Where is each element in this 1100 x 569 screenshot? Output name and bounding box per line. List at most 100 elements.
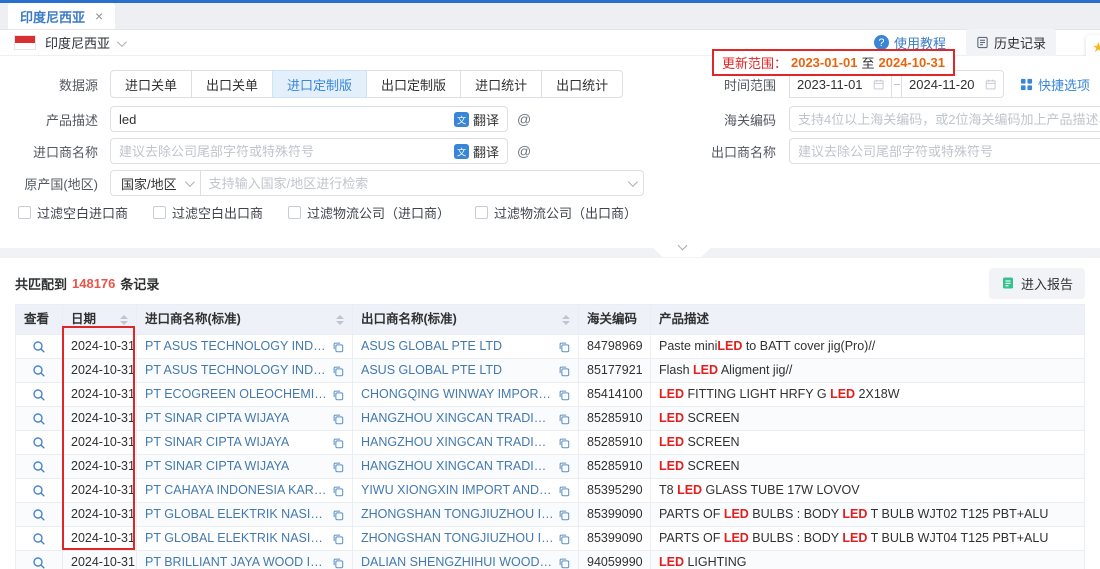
copy-icon[interactable] bbox=[558, 413, 570, 425]
search-icon[interactable] bbox=[32, 460, 46, 474]
copy-icon[interactable] bbox=[332, 509, 344, 521]
column-header[interactable]: 进口商名称(标准) bbox=[137, 305, 353, 335]
copy-icon[interactable] bbox=[558, 389, 570, 401]
tab-indonesia[interactable]: 印度尼西亚 bbox=[8, 3, 115, 29]
origin-country-input[interactable] bbox=[209, 176, 628, 191]
hs-code-cell: 85177921 bbox=[579, 359, 651, 383]
checkbox-icon[interactable] bbox=[475, 206, 488, 219]
search-icon[interactable] bbox=[32, 340, 46, 354]
search-icon[interactable] bbox=[32, 508, 46, 522]
importer-link[interactable]: PT ASUS TECHNOLOGY INDONESIA BA... bbox=[145, 338, 328, 355]
product-desc-input[interactable] bbox=[119, 112, 454, 127]
country-selector[interactable] bbox=[117, 35, 124, 50]
collapse-panel-button[interactable] bbox=[645, 240, 719, 257]
importer-cell: PT GLOBAL ELEKTRIK NASIONAL bbox=[137, 503, 353, 527]
date-end-input[interactable] bbox=[909, 77, 985, 92]
importer-link[interactable]: PT GLOBAL ELEKTRIK NASIONAL bbox=[145, 506, 328, 523]
exporter-link[interactable]: ASUS GLOBAL PTE LTD bbox=[361, 362, 502, 379]
exporter-link[interactable]: CHONGQING WINWAY IMPORT AND E... bbox=[361, 386, 554, 403]
hs-code-input[interactable] bbox=[798, 112, 1100, 127]
checkbox-icon[interactable] bbox=[153, 206, 166, 219]
copy-icon[interactable] bbox=[332, 437, 344, 449]
column-header[interactable]: 出口商名称(标准) bbox=[353, 305, 579, 335]
exporter-link[interactable]: ZHONGSHAN TONGJIUZHOU INTERNA... bbox=[361, 506, 554, 523]
search-icon[interactable] bbox=[32, 532, 46, 546]
product-desc-cell: PARTS OF LED BULBS : BODY LED T BULB WJT… bbox=[651, 503, 1085, 527]
translate-button[interactable]: 文 翻译 bbox=[454, 110, 499, 129]
exporter-cell: ASUS GLOBAL PTE LTD bbox=[353, 359, 579, 383]
search-icon[interactable] bbox=[32, 556, 46, 569]
exporter-link[interactable]: HANGZHOU XINGCAN TRADING CO LTD bbox=[361, 458, 554, 475]
origin-country-select[interactable]: 国家/地区 bbox=[110, 170, 201, 196]
importer-link[interactable]: PT SINAR CIPTA WIJAYA bbox=[145, 410, 289, 427]
chevron-down-icon bbox=[185, 177, 195, 187]
importer-link[interactable]: PT CAHAYA INDONESIA KARGO bbox=[145, 482, 328, 499]
highlighted-keyword: LED bbox=[659, 411, 684, 425]
importer-link[interactable]: PT GLOBAL ELEKTRIK NASIONAL bbox=[145, 530, 328, 547]
date-start-input[interactable] bbox=[797, 77, 873, 92]
copy-icon[interactable] bbox=[558, 533, 570, 545]
copy-icon[interactable] bbox=[332, 341, 344, 353]
copy-icon[interactable] bbox=[332, 533, 344, 545]
importer-link[interactable]: PT ECOGREEN OLEOCHEMICALS bbox=[145, 386, 328, 403]
filter-checkbox[interactable]: 过滤物流公司（出口商） bbox=[475, 203, 637, 222]
copy-icon[interactable] bbox=[332, 557, 344, 569]
search-icon[interactable] bbox=[32, 412, 46, 426]
copy-icon[interactable] bbox=[558, 557, 570, 569]
importer-name-input[interactable] bbox=[119, 144, 454, 159]
history-button[interactable]: 历史记录 bbox=[966, 29, 1056, 56]
search-icon[interactable] bbox=[32, 388, 46, 402]
exact-match-icon[interactable] bbox=[517, 111, 531, 127]
exporter-name-input[interactable] bbox=[798, 144, 1100, 159]
exporter-link[interactable]: ASUS GLOBAL PTE LTD bbox=[361, 338, 502, 355]
datasource-tab[interactable]: 进口定制版 bbox=[272, 70, 367, 98]
search-icon[interactable] bbox=[32, 436, 46, 450]
filter-checkbox[interactable]: 过滤空白出口商 bbox=[153, 203, 263, 222]
exporter-name-group: 出口商名称 bbox=[710, 138, 1100, 164]
importer-link[interactable]: PT SINAR CIPTA WIJAYA bbox=[145, 458, 289, 475]
datasource-tab[interactable]: 进口关单 bbox=[110, 70, 192, 98]
checkbox-icon[interactable] bbox=[18, 206, 31, 219]
enter-report-button[interactable]: 进入报告 bbox=[989, 268, 1085, 299]
copy-icon[interactable] bbox=[332, 485, 344, 497]
copy-icon[interactable] bbox=[558, 341, 570, 353]
sort-icon[interactable] bbox=[562, 315, 570, 325]
column-header: 查看 bbox=[16, 305, 63, 335]
column-header[interactable]: 日期 bbox=[63, 305, 137, 335]
copy-icon[interactable] bbox=[332, 461, 344, 473]
importer-link[interactable]: PT SINAR CIPTA WIJAYA bbox=[145, 434, 289, 451]
exporter-link[interactable]: DALIAN SHENGZHIHUI WOOD INDUST... bbox=[361, 554, 554, 569]
copy-icon[interactable] bbox=[332, 389, 344, 401]
close-icon[interactable] bbox=[95, 9, 103, 23]
copy-icon[interactable] bbox=[558, 461, 570, 473]
datasource-tab[interactable]: 出口统计 bbox=[541, 70, 623, 98]
checkbox-icon[interactable] bbox=[288, 206, 301, 219]
exporter-link[interactable]: ZHONGSHAN TONGJIUZHOU INTERNA... bbox=[361, 530, 554, 547]
product-desc-cell: LED SCREEN bbox=[651, 407, 1085, 431]
exporter-link[interactable]: YIWU XIONGXIN IMPORT AND EXPORT... bbox=[361, 482, 554, 499]
table-row: 2024-10-31PT SINAR CIPTA WIJAYAHANGZHOU … bbox=[16, 455, 1085, 479]
sort-icon[interactable] bbox=[336, 315, 344, 325]
search-icon[interactable] bbox=[32, 484, 46, 498]
exact-match-icon[interactable] bbox=[517, 143, 531, 159]
importer-link[interactable]: PT BRILLIANT JAYA WOOD INDUSTRY bbox=[145, 554, 328, 569]
quick-options-button[interactable]: 快捷选项 bbox=[1020, 75, 1090, 94]
translate-button[interactable]: 文 翻译 bbox=[454, 142, 499, 161]
sort-icon[interactable] bbox=[120, 315, 128, 325]
copy-icon[interactable] bbox=[332, 365, 344, 377]
datasource-tab[interactable]: 进口统计 bbox=[460, 70, 542, 98]
importer-link[interactable]: PT ASUS TECHNOLOGY INDONESIA BA... bbox=[145, 362, 328, 379]
filter-checkbox[interactable]: 过滤空白进口商 bbox=[18, 203, 128, 222]
copy-icon[interactable] bbox=[558, 437, 570, 449]
view-cell bbox=[16, 551, 63, 569]
copy-icon[interactable] bbox=[332, 413, 344, 425]
exporter-link[interactable]: HANGZHOU XINGCAN TRADING CO LTD bbox=[361, 410, 554, 427]
exporter-link[interactable]: HANGZHOU XINGCAN TRADING CO LTD bbox=[361, 434, 554, 451]
copy-icon[interactable] bbox=[558, 485, 570, 497]
filter-checkbox[interactable]: 过滤物流公司（进口商） bbox=[288, 203, 450, 222]
datasource-tab[interactable]: 出口定制版 bbox=[366, 70, 461, 98]
copy-icon[interactable] bbox=[558, 365, 570, 377]
search-icon[interactable] bbox=[32, 364, 46, 378]
datasource-tab[interactable]: 出口关单 bbox=[191, 70, 273, 98]
copy-icon[interactable] bbox=[558, 509, 570, 521]
